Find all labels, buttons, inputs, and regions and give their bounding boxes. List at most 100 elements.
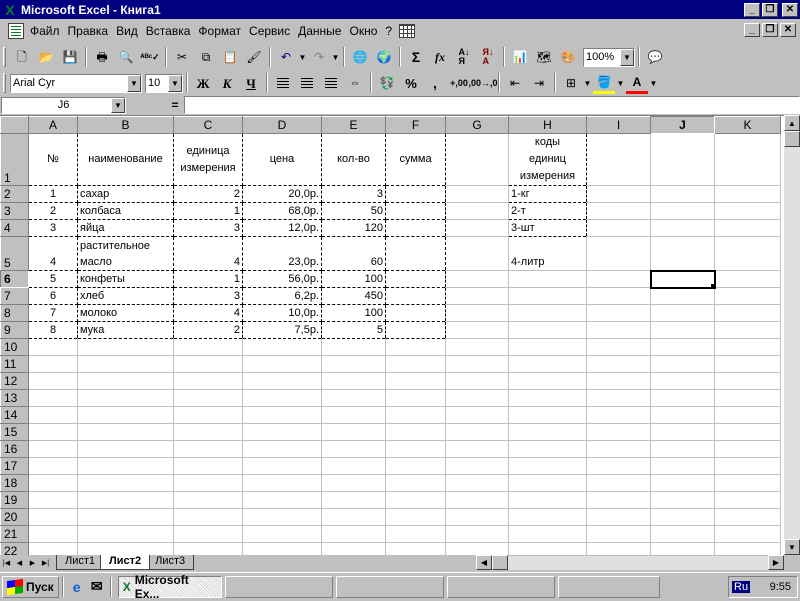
header-cell[interactable]: № [28,133,78,186]
cut-icon[interactable]: ✂ [171,47,193,68]
cell[interactable] [28,508,78,526]
cell[interactable] [714,304,781,322]
cell[interactable] [28,338,78,356]
cell[interactable] [77,338,174,356]
minimize-button[interactable]: _ [744,2,760,17]
row-header[interactable]: 13 [0,389,29,407]
taskbar-empty-button[interactable] [335,575,444,598]
taskbar-empty-button[interactable] [446,575,555,598]
cell[interactable] [714,270,781,288]
borders-dropdown-icon[interactable]: ▼ [583,79,592,88]
cell[interactable] [508,474,587,492]
cell-unit-code[interactable]: 2-т [508,202,587,220]
language-indicator[interactable]: Ru [732,581,751,593]
row-header[interactable]: 16 [0,440,29,458]
cell[interactable] [508,440,587,458]
autosum-icon[interactable]: Σ [405,47,427,68]
cell-price[interactable]: 6,2р. [242,287,322,305]
cell[interactable] [714,133,781,186]
cell-quantity[interactable]: 5 [321,321,386,339]
header-cell[interactable]: единица измерения [173,133,243,186]
cell[interactable] [242,389,322,407]
cell[interactable] [508,542,587,555]
cell[interactable] [650,355,715,373]
tab-sheet1[interactable]: Лист1 [56,555,105,570]
cell-number[interactable]: 2 [28,202,78,220]
cell[interactable] [385,440,446,458]
last-sheet-icon[interactable]: ▶| [39,556,52,570]
cell[interactable] [714,474,781,492]
start-button[interactable]: Пуск [2,575,59,598]
scroll-right-icon[interactable]: ▶ [768,555,784,570]
cell-number[interactable]: 7 [28,304,78,322]
scroll-thumb[interactable] [492,555,508,570]
cell[interactable] [28,423,78,441]
cell[interactable] [445,287,509,305]
cell[interactable] [508,372,587,390]
cell[interactable] [321,372,386,390]
cell[interactable] [242,423,322,441]
cell-number[interactable]: 4 [28,236,78,271]
cell[interactable] [586,304,651,322]
cell[interactable] [173,406,243,424]
menu-help[interactable]: ? [381,24,396,38]
cell[interactable] [77,457,174,475]
cell[interactable] [173,542,243,555]
copy-icon[interactable]: ⧉ [195,47,217,68]
cell[interactable] [28,372,78,390]
cell[interactable] [445,338,509,356]
cell[interactable] [321,508,386,526]
column-header[interactable]: K [714,116,781,134]
redo-dropdown-icon[interactable]: ▼ [331,53,340,62]
cell[interactable] [173,474,243,492]
cell-price[interactable]: 68,0р. [242,202,322,220]
cell[interactable] [586,389,651,407]
increase-indent-icon[interactable]: ⇥ [528,73,550,94]
taskbar-empty-button[interactable] [557,575,660,598]
row-header[interactable]: 17 [0,457,29,475]
next-sheet-icon[interactable]: ▶ [26,556,39,570]
internet-explorer-icon[interactable]: e [67,577,87,597]
undo-icon[interactable]: ↶ [275,47,297,68]
cell[interactable] [242,542,322,555]
cell[interactable] [586,270,651,288]
cell[interactable] [586,423,651,441]
row-header[interactable]: 12 [0,372,29,390]
cell[interactable] [508,491,587,509]
excel-icon[interactable]: X [2,2,18,18]
chevron-down-icon[interactable]: ▼ [127,74,141,92]
cell[interactable] [321,355,386,373]
cell-quantity[interactable]: 50 [321,202,386,220]
cell[interactable] [650,236,715,271]
cell-unit-code[interactable]: 1-кг [508,185,587,203]
row-header[interactable]: 11 [0,355,29,373]
cell-unit-code[interactable]: 4-литр [508,236,587,271]
cell[interactable] [586,321,651,339]
print-preview-icon[interactable]: 🔍 [115,47,137,68]
cell[interactable] [28,457,78,475]
cell-name[interactable]: конфеты [77,270,174,288]
cell[interactable] [586,525,651,543]
cell[interactable] [385,372,446,390]
cell[interactable] [508,287,587,305]
cell[interactable] [445,202,509,220]
cell[interactable] [650,202,715,220]
cell[interactable] [242,338,322,356]
cell[interactable] [242,372,322,390]
cell[interactable] [508,304,587,322]
format-painter-icon[interactable]: 🖌 [243,47,265,68]
cell[interactable] [445,440,509,458]
chevron-down-icon[interactable]: ▼ [111,97,125,113]
cell[interactable] [586,236,651,271]
cell[interactable] [321,525,386,543]
column-header[interactable]: H [508,116,587,134]
menu-data[interactable]: Данные [294,24,345,38]
header-cell[interactable]: кол-во [321,133,386,186]
worksheet-grid[interactable]: A B C D E F G H I J K 1 № наименование е… [0,115,800,555]
cell-unit[interactable]: 3 [173,219,243,237]
doc-minimize-button[interactable]: _ [744,23,760,37]
cell[interactable] [445,236,509,271]
menu-edit[interactable]: Правка [64,24,113,38]
cell[interactable] [173,525,243,543]
cell[interactable] [445,423,509,441]
